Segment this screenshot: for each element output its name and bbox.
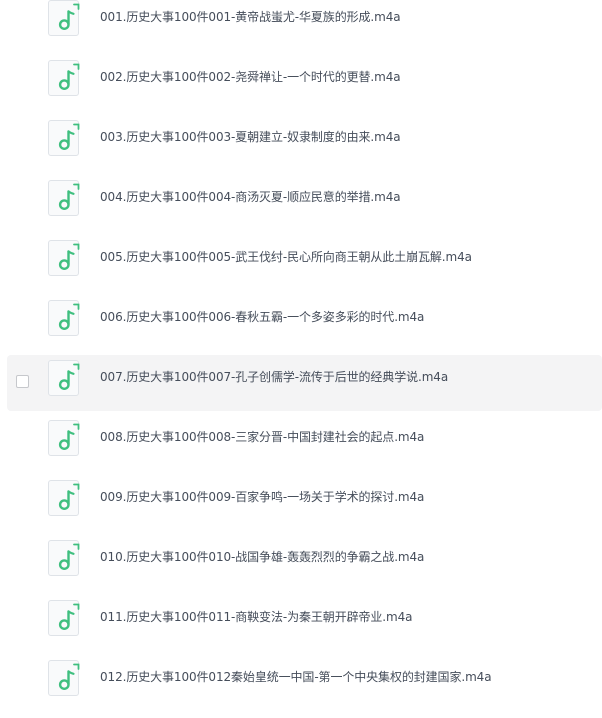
file-row[interactable]: 005.历史大事100件005-武王伐纣-民心所向商王朝从此土崩瓦解.m4a (7, 235, 602, 291)
audio-file-icon (48, 660, 80, 696)
audio-file-icon (48, 240, 80, 276)
audio-file-icon (48, 540, 80, 576)
file-row[interactable]: 004.历史大事100件004-商汤灭夏-顺应民意的举措.m4a (7, 175, 602, 231)
file-row[interactable]: 012.历史大事100件012秦始皇统一中国-第一个中央集权的封建国家.m4a (7, 655, 602, 711)
audio-file-icon (48, 0, 80, 36)
file-row[interactable]: 010.历史大事100件010-战国争雄-轰轰烈烈的争霸之战.m4a (7, 535, 602, 591)
file-name[interactable]: 002.历史大事100件002-尧舜禅让-一个时代的更替.m4a (100, 69, 401, 85)
file-row[interactable]: 001.历史大事100件001-黄帝战蚩尤-华夏族的形成.m4a (7, 0, 602, 51)
audio-file-icon (48, 420, 80, 456)
file-name[interactable]: 009.历史大事100件009-百家争鸣-一场关于学术的探讨.m4a (100, 489, 424, 505)
file-name[interactable]: 005.历史大事100件005-武王伐纣-民心所向商王朝从此土崩瓦解.m4a (100, 249, 472, 265)
audio-file-icon (48, 360, 80, 396)
file-row[interactable]: 011.历史大事100件011-商鞅变法-为秦王朝开辟帝业.m4a (7, 595, 602, 651)
file-name[interactable]: 010.历史大事100件010-战国争雄-轰轰烈烈的争霸之战.m4a (100, 549, 424, 565)
file-name[interactable]: 003.历史大事100件003-夏朝建立-奴隶制度的由来.m4a (100, 129, 401, 145)
audio-file-icon (48, 300, 80, 336)
file-row[interactable]: 002.历史大事100件002-尧舜禅让-一个时代的更替.m4a (7, 55, 602, 111)
audio-file-icon (48, 120, 80, 156)
file-name[interactable]: 001.历史大事100件001-黄帝战蚩尤-华夏族的形成.m4a (100, 9, 401, 25)
audio-file-icon (48, 180, 80, 216)
file-name[interactable]: 011.历史大事100件011-商鞅变法-为秦王朝开辟帝业.m4a (100, 609, 412, 625)
row-checkbox[interactable] (16, 375, 29, 388)
file-row[interactable]: 007.历史大事100件007-孔子创儒学-流传于后世的经典学说.m4a (7, 355, 602, 411)
file-row[interactable]: 009.历史大事100件009-百家争鸣-一场关于学术的探讨.m4a (7, 475, 602, 531)
file-row[interactable]: 003.历史大事100件003-夏朝建立-奴隶制度的由来.m4a (7, 115, 602, 171)
file-name[interactable]: 004.历史大事100件004-商汤灭夏-顺应民意的举措.m4a (100, 189, 401, 205)
file-list: 001.历史大事100件001-黄帝战蚩尤-华夏族的形成.m4a 002.历史大事… (0, 0, 602, 718)
audio-file-icon (48, 60, 80, 96)
audio-file-icon (48, 600, 80, 636)
file-row[interactable]: 006.历史大事100件006-春秋五霸-一个多姿多彩的时代.m4a (7, 295, 602, 351)
file-name[interactable]: 012.历史大事100件012秦始皇统一中国-第一个中央集权的封建国家.m4a (100, 669, 492, 685)
file-name[interactable]: 007.历史大事100件007-孔子创儒学-流传于后世的经典学说.m4a (100, 369, 448, 385)
file-row[interactable]: 008.历史大事100件008-三家分晋-中国封建社会的起点.m4a (7, 415, 602, 471)
file-name[interactable]: 008.历史大事100件008-三家分晋-中国封建社会的起点.m4a (100, 429, 424, 445)
audio-file-icon (48, 480, 80, 516)
file-name[interactable]: 006.历史大事100件006-春秋五霸-一个多姿多彩的时代.m4a (100, 309, 424, 325)
